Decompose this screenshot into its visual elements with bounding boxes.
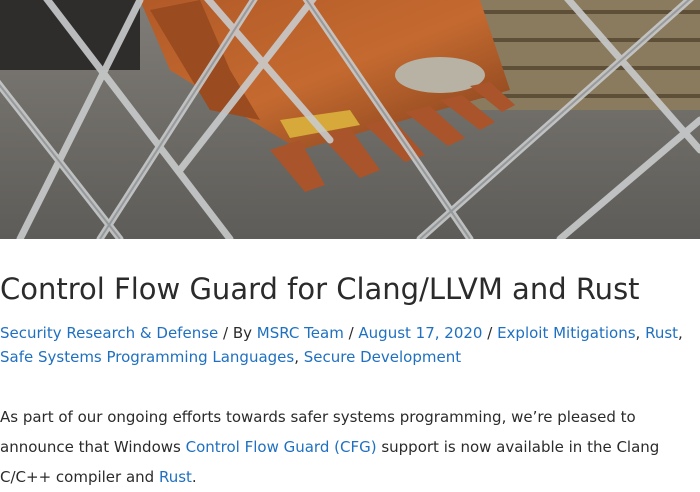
tag-link[interactable]: Exploit Mitigations <box>497 324 635 342</box>
category-link[interactable]: Security Research & Defense <box>0 324 218 342</box>
cfg-link[interactable]: Control Flow Guard (CFG) <box>186 438 377 456</box>
hero-image <box>0 0 700 239</box>
rust-link[interactable]: Rust <box>159 468 192 486</box>
tag-link[interactable]: Safe Systems Programming Languages <box>0 348 294 366</box>
hero-photo <box>0 0 700 239</box>
tag-separator: , <box>294 348 304 366</box>
article-intro: As part of our ongoing efforts towards s… <box>0 402 698 492</box>
tag-link[interactable]: Secure Development <box>304 348 461 366</box>
tag-separator: , <box>678 324 683 342</box>
article-meta: Security Research & Defense / By MSRC Te… <box>0 321 700 369</box>
article-title: Control Flow Guard for Clang/LLVM and Ru… <box>0 272 640 306</box>
meta-separator: / <box>343 324 359 342</box>
intro-text-end: . <box>191 468 197 486</box>
tag-separator: , <box>635 324 646 342</box>
meta-separator: / <box>482 324 498 342</box>
date-link[interactable]: August 17, 2020 <box>358 324 482 342</box>
author-link[interactable]: MSRC Team <box>257 324 344 342</box>
tag-link[interactable]: Rust <box>645 324 678 342</box>
by-prefix: / By <box>218 324 257 342</box>
